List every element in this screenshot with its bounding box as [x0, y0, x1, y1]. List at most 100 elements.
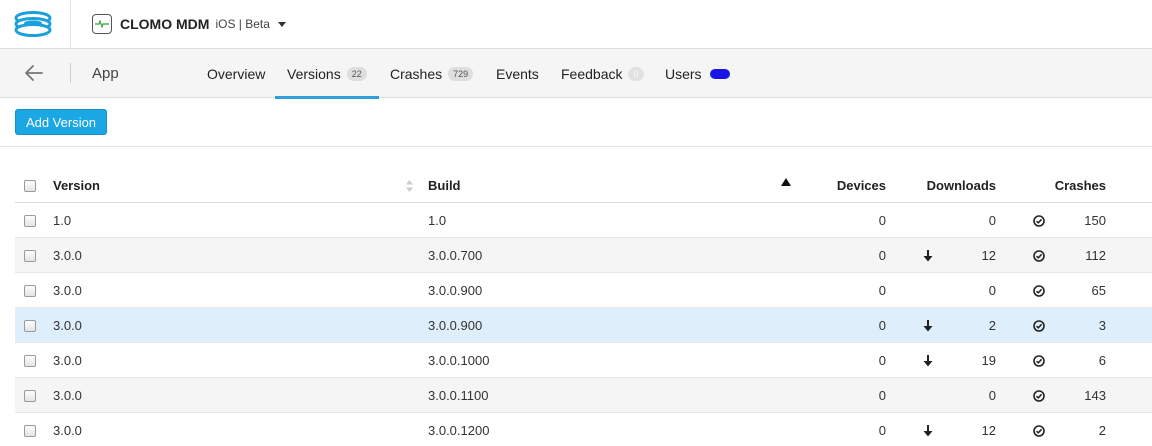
- build-cell: 3.0.0.1100: [428, 388, 489, 403]
- row-checkbox[interactable]: [24, 284, 36, 297]
- crashes-cell: 112: [1085, 248, 1106, 263]
- divider: [70, 0, 71, 48]
- table-row[interactable]: 3.0.0 3.0.0.1100 0 0 143: [15, 378, 1152, 413]
- tab-count-badge: 729: [448, 66, 474, 81]
- row-checkbox[interactable]: [24, 319, 36, 332]
- column-header-downloads[interactable]: Downloads: [927, 168, 996, 203]
- download-arrow-icon[interactable]: [923, 238, 933, 273]
- crashes-cell: 65: [1091, 283, 1106, 298]
- version-cell: 3.0.0: [53, 318, 82, 333]
- version-cell: 3.0.0: [53, 388, 82, 403]
- row-checkbox[interactable]: [24, 389, 36, 402]
- build-cell: 3.0.0.900: [428, 283, 483, 298]
- app-platform: iOS | Beta: [215, 17, 270, 31]
- version-cell: 3.0.0: [53, 248, 82, 263]
- tab-label: Events: [496, 65, 539, 82]
- downloads-cell: 0: [988, 213, 996, 228]
- check-circle-icon[interactable]: [1033, 413, 1045, 446]
- build-cell: 3.0.0.1200: [428, 423, 490, 438]
- tab-count-badge: 22: [346, 66, 367, 81]
- version-cell: 3.0.0: [53, 353, 82, 368]
- tab-overview[interactable]: Overview: [207, 49, 265, 98]
- devices-cell: 0: [878, 388, 886, 403]
- download-arrow-icon[interactable]: [923, 413, 933, 446]
- row-checkbox[interactable]: [24, 249, 36, 262]
- tab-versions[interactable]: Versions 22: [275, 49, 379, 99]
- check-circle-icon[interactable]: [1033, 378, 1045, 413]
- app-switcher[interactable]: CLOMO MDM iOS | Beta: [92, 13, 286, 35]
- chevron-down-icon: [277, 21, 286, 27]
- select-all-checkbox[interactable]: [24, 179, 36, 192]
- row-select-cell: [24, 273, 36, 308]
- tab-label: Versions: [287, 65, 341, 82]
- check-circle-icon[interactable]: [1033, 308, 1045, 343]
- section-title: App: [92, 65, 119, 82]
- tab-feedback[interactable]: Feedback 0: [561, 49, 644, 98]
- tab-crashes[interactable]: Crashes 729: [390, 49, 474, 98]
- build-cell: 3.0.0.900: [428, 318, 483, 333]
- crashes-cell: 2: [1098, 423, 1106, 438]
- table-row[interactable]: 3.0.0 3.0.0.700 0 12 112: [15, 238, 1152, 273]
- select-all-cell: [24, 168, 36, 203]
- row-checkbox[interactable]: [24, 424, 36, 437]
- crashes-cell: 143: [1084, 388, 1106, 403]
- crashes-cell: 3: [1098, 318, 1106, 333]
- downloads-cell: 12: [981, 423, 996, 438]
- check-circle-icon[interactable]: [1033, 238, 1045, 273]
- devices-cell: 0: [878, 248, 886, 263]
- row-checkbox[interactable]: [24, 354, 36, 367]
- check-circle-icon[interactable]: [1033, 343, 1045, 378]
- version-cell: 3.0.0: [53, 423, 82, 438]
- crashes-cell: 6: [1098, 353, 1106, 368]
- downloads-cell: 12: [981, 248, 996, 263]
- table-row[interactable]: 3.0.0 3.0.0.1200 0 12 2: [15, 413, 1152, 446]
- toolbar: Add Version: [0, 98, 1152, 147]
- devices-cell: 0: [878, 423, 886, 438]
- check-circle-icon[interactable]: [1033, 273, 1045, 308]
- row-select-cell: [24, 343, 36, 378]
- version-cell: 1.0: [53, 213, 72, 228]
- tab-label: Overview: [207, 65, 266, 82]
- table-row[interactable]: 3.0.0 3.0.0.1000 0 19 6: [15, 343, 1152, 378]
- table-row[interactable]: 3.0.0 3.0.0.900 0 2 3: [15, 308, 1152, 343]
- tab-label: Users: [665, 65, 702, 82]
- row-select-cell: [24, 203, 36, 238]
- versions-table: Version Build Devices Downloads Crashes …: [15, 168, 1152, 446]
- table-header: Version Build Devices Downloads Crashes: [15, 168, 1152, 203]
- row-select-cell: [24, 308, 36, 343]
- app-name: CLOMO MDM: [120, 16, 210, 32]
- devices-cell: 0: [878, 318, 886, 333]
- table-body: 1.0 1.0 0 0 150 3.0.0 3.0.0.700 0 12 112…: [15, 203, 1152, 446]
- divider: [70, 63, 71, 83]
- arrow-left-icon[interactable]: [24, 64, 44, 82]
- column-header-version[interactable]: Version: [53, 168, 100, 203]
- sub-navigation: App Overview Versions 22 Crashes 729 Eve…: [0, 49, 1152, 99]
- sort-icon[interactable]: [405, 168, 414, 203]
- downloads-cell: 2: [988, 318, 996, 333]
- row-select-cell: [24, 238, 36, 273]
- crashes-cell: 150: [1084, 213, 1106, 228]
- version-cell: 3.0.0: [53, 283, 82, 298]
- downloads-cell: 0: [988, 283, 996, 298]
- column-header-crashes[interactable]: Crashes: [1055, 168, 1106, 203]
- check-circle-icon[interactable]: [1033, 203, 1045, 238]
- tab-users[interactable]: Users: [665, 49, 730, 98]
- app-icon: [92, 14, 112, 34]
- add-version-button[interactable]: Add Version: [15, 109, 107, 135]
- column-header-devices[interactable]: Devices: [837, 168, 886, 203]
- devices-cell: 0: [878, 283, 886, 298]
- tab-label: Crashes: [390, 65, 443, 82]
- tab-events[interactable]: Events: [496, 49, 539, 98]
- row-select-cell: [24, 413, 36, 446]
- download-arrow-icon[interactable]: [923, 308, 933, 343]
- column-header-build[interactable]: Build: [428, 168, 461, 203]
- app-logo-icon[interactable]: [14, 11, 52, 37]
- table-row[interactable]: 3.0.0 3.0.0.900 0 0 65: [15, 273, 1152, 308]
- row-select-cell: [24, 378, 36, 413]
- downloads-cell: 19: [981, 353, 996, 368]
- sort-ascending-icon[interactable]: [781, 168, 791, 196]
- table-row[interactable]: 1.0 1.0 0 0 150: [15, 203, 1152, 238]
- download-arrow-icon[interactable]: [923, 343, 933, 378]
- users-indicator: [709, 68, 730, 79]
- row-checkbox[interactable]: [24, 214, 36, 227]
